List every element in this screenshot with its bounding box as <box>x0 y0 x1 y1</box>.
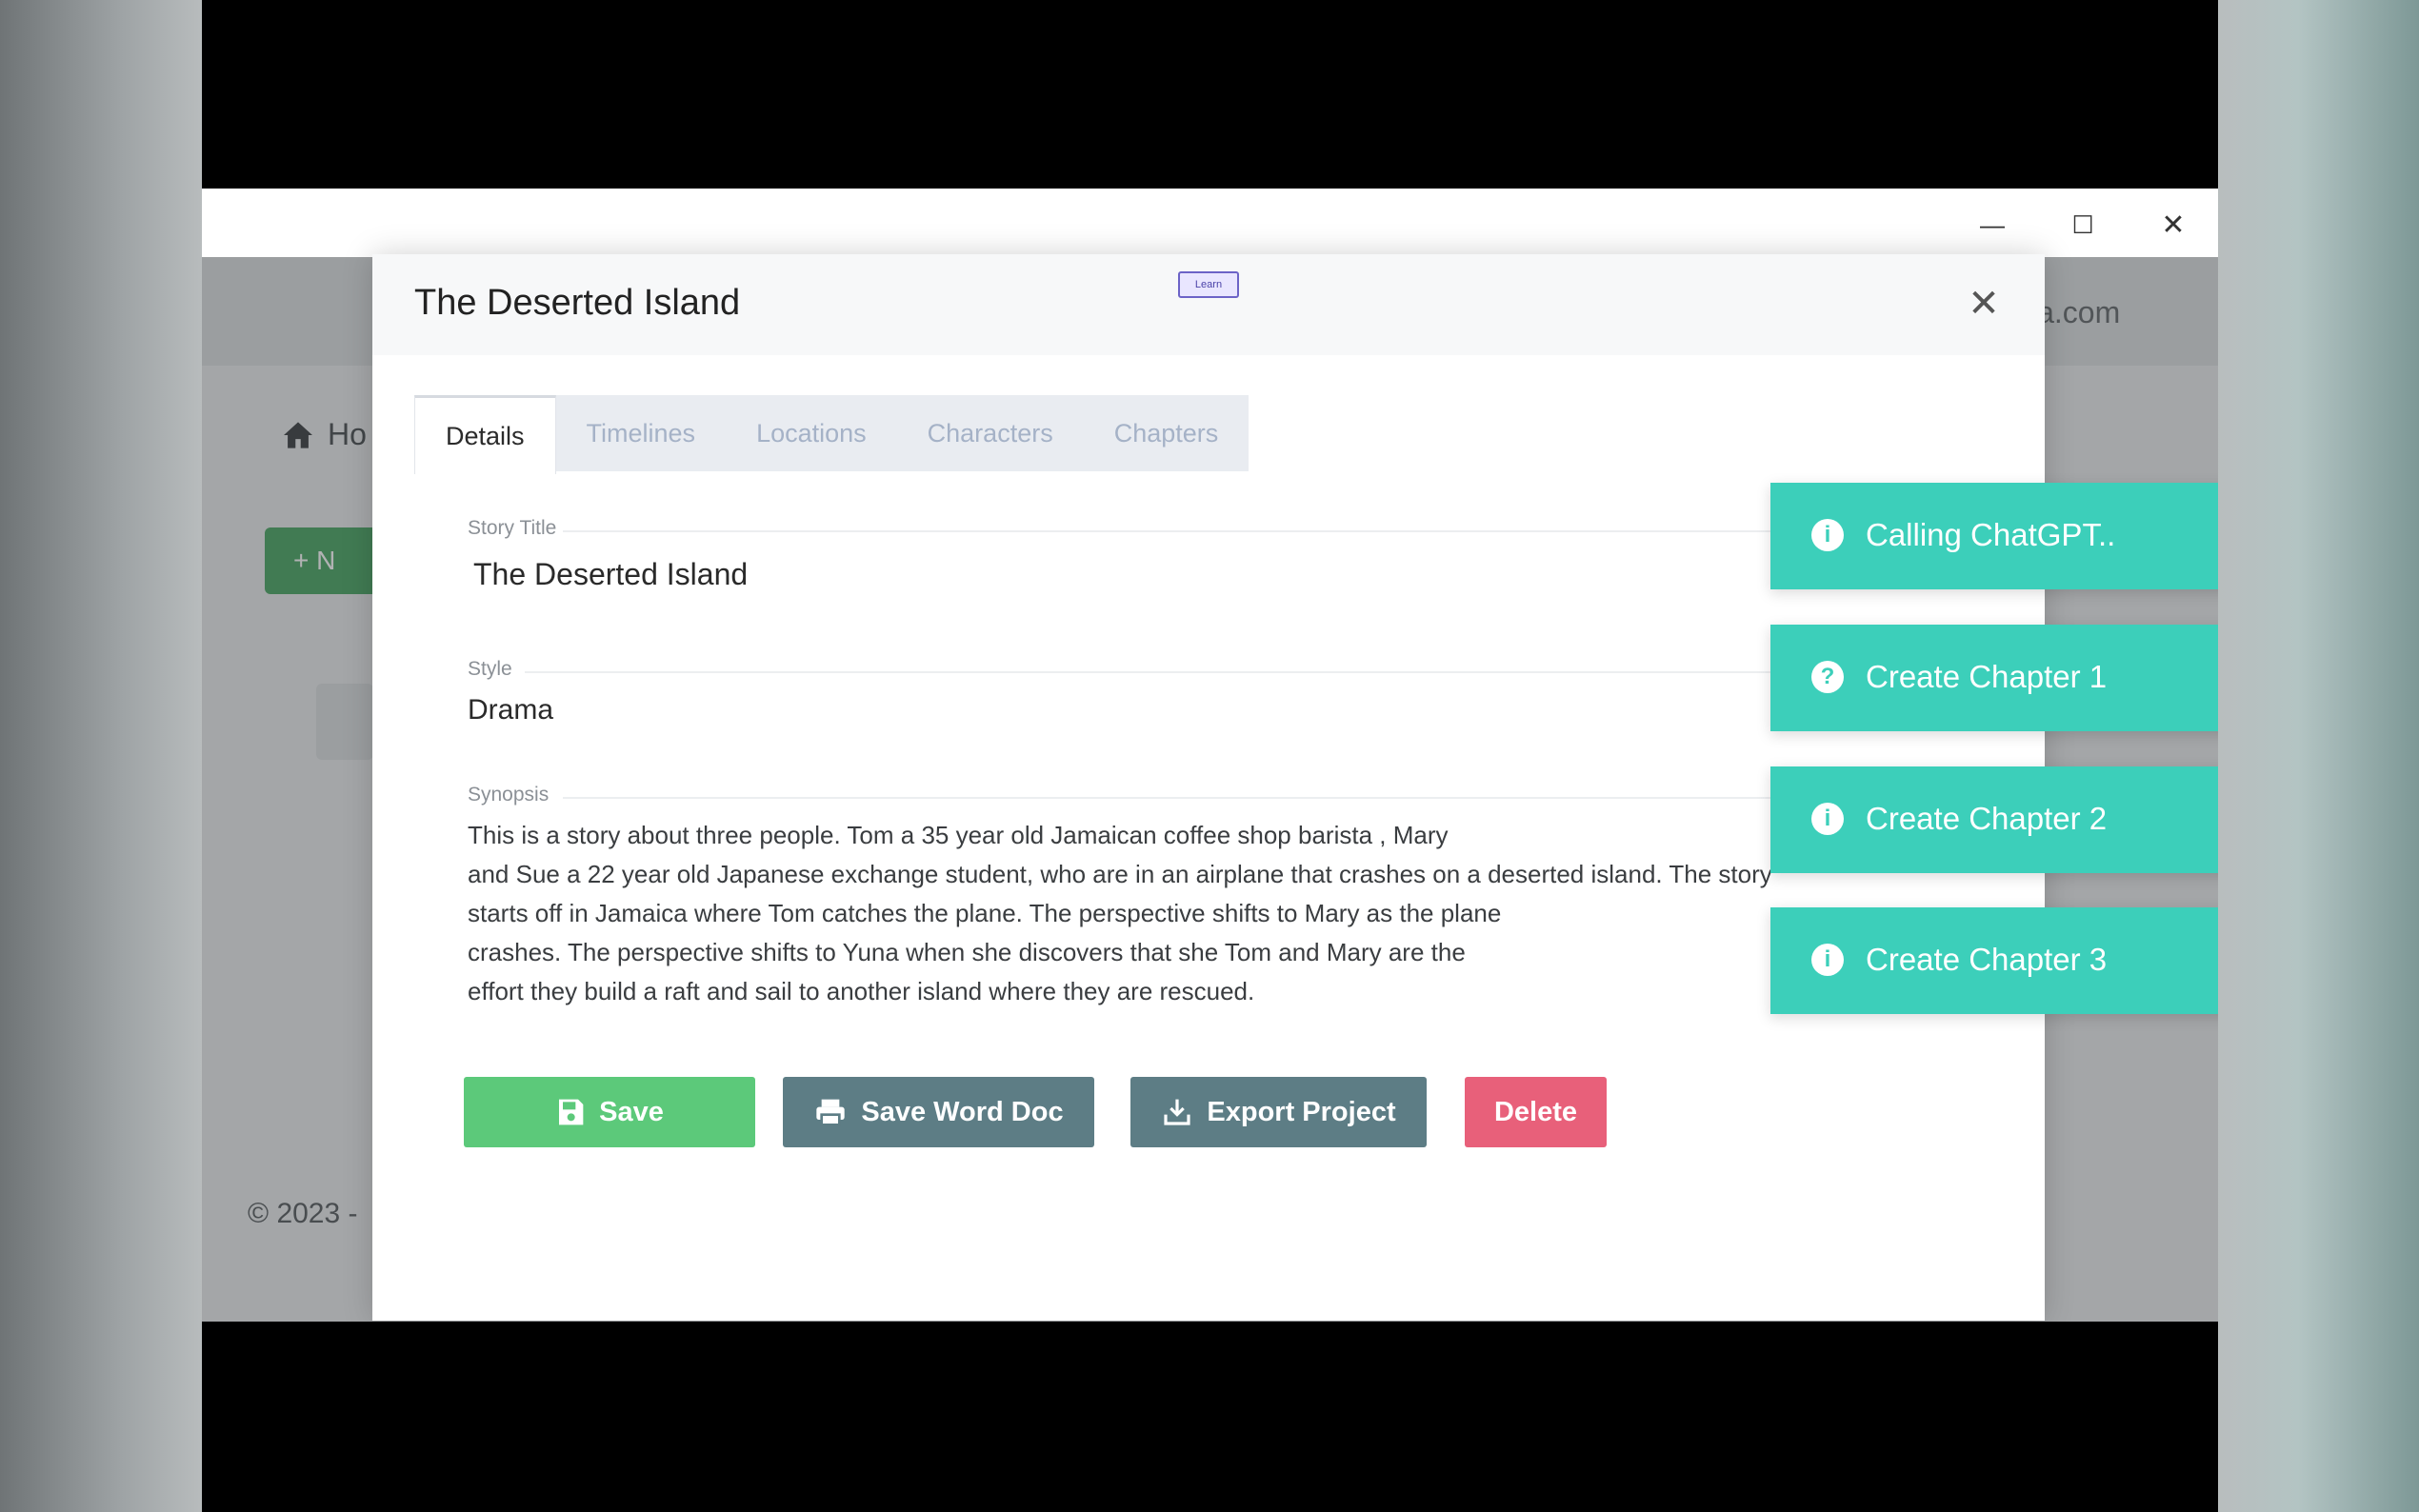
learn-badge: Learn <box>1178 271 1239 298</box>
save-button[interactable]: Save <box>464 1077 755 1147</box>
window-minimize-button[interactable]: — <box>1969 206 2016 244</box>
tab-locations[interactable]: Locations <box>726 395 897 471</box>
video-frame: — ☐ ✕ la.com Ho + N © 2023 - The Deserte… <box>202 0 2218 1512</box>
tab-characters[interactable]: Characters <box>897 395 1084 471</box>
modal-close-button[interactable]: ✕ <box>1963 283 2005 325</box>
tab-bar: Details Timelines Locations Characters C… <box>414 395 1249 474</box>
window-titlebar: — ☐ ✕ <box>202 189 2218 257</box>
save-button-label: Save <box>599 1096 664 1127</box>
tab-timelines[interactable]: Timelines <box>556 395 727 471</box>
synopsis-line: effort they build a raft and sail to ano… <box>468 977 1255 1005</box>
synopsis-line: This is a story about three people. Tom … <box>468 821 1449 849</box>
toast-message: Create Chapter 3 <box>1866 942 2108 977</box>
info-icon: i <box>1811 519 1844 551</box>
app-window: — ☐ ✕ la.com Ho + N © 2023 - The Deserte… <box>202 189 2218 1322</box>
export-project-button[interactable]: Export Project <box>1130 1077 1427 1147</box>
toast-notification: ? Create Chapter 1 ✕ <box>1770 625 2218 731</box>
floppy-disk-icon <box>559 1099 584 1125</box>
window-maximize-button[interactable]: ☐ <box>2059 206 2107 244</box>
download-icon <box>1164 1099 1190 1125</box>
modal-title: The Deserted Island <box>414 283 741 323</box>
synopsis-line: and Sue a 22 year old Japanese exchange … <box>468 860 1772 888</box>
tab-details[interactable]: Details <box>414 395 556 474</box>
synopsis-textarea[interactable]: This is a story about three people. Tom … <box>468 816 1915 1011</box>
toast-message: Create Chapter 1 <box>1866 659 2108 694</box>
story-title-divider <box>563 530 1944 532</box>
synopsis-label: Synopsis <box>468 784 550 806</box>
toast-message: Calling ChatGPT.. <box>1866 517 2116 552</box>
style-select[interactable]: Drama <box>468 694 553 726</box>
printer-icon <box>816 1099 846 1126</box>
info-icon: i <box>1811 803 1844 835</box>
help-icon: ? <box>1811 661 1844 693</box>
save-word-doc-button[interactable]: Save Word Doc <box>783 1077 1094 1147</box>
delete-button-label: Delete <box>1493 1096 1578 1127</box>
toast-notification: i Create Chapter 3 ✕ <box>1770 907 2218 1014</box>
toast-message: Create Chapter 2 <box>1866 801 2108 836</box>
story-title-input[interactable]: The Deserted Island <box>473 557 748 592</box>
save-word-doc-label: Save Word Doc <box>861 1096 1064 1127</box>
delete-button[interactable]: Delete <box>1465 1077 1607 1147</box>
toast-notification: i Create Chapter 2 ✕ <box>1770 766 2218 873</box>
toast-notification: i Calling ChatGPT.. ✕ <box>1770 483 2218 589</box>
synopsis-line: starts off in Jamaica where Tom catches … <box>468 899 1502 927</box>
tab-chapters[interactable]: Chapters <box>1084 395 1249 471</box>
synopsis-line: crashes. The perspective shifts to Yuna … <box>468 938 1466 966</box>
window-close-button[interactable]: ✕ <box>2149 206 2197 244</box>
export-project-label: Export Project <box>1207 1096 1396 1127</box>
info-icon: i <box>1811 944 1844 976</box>
style-label: Style <box>468 658 512 680</box>
style-divider <box>525 671 1944 673</box>
story-title-label: Story Title <box>468 517 557 539</box>
synopsis-divider <box>563 797 1944 799</box>
close-icon: ✕ <box>1968 283 2000 325</box>
